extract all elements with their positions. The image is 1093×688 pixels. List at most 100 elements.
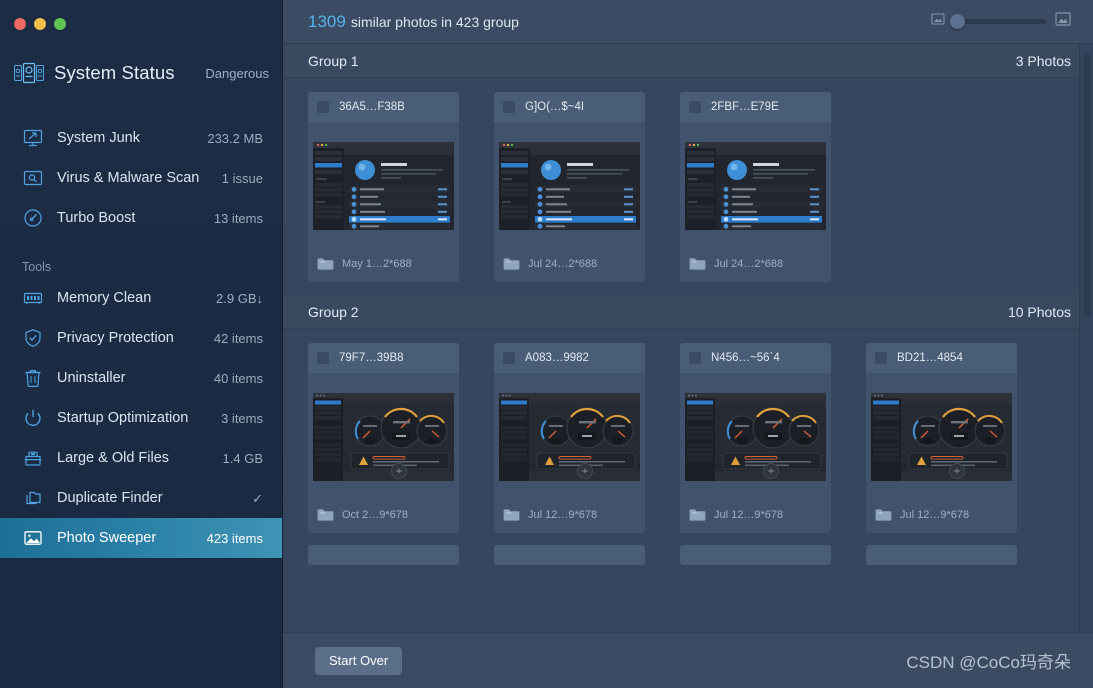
sidebar-item-label: Startup Optimization: [57, 410, 189, 426]
uninstaller-icon: [22, 367, 44, 389]
photo-card-header: G]O(…$~4I: [494, 92, 645, 122]
photo-filename: BD21…4854: [897, 352, 963, 364]
photo-checkbox[interactable]: [688, 351, 702, 365]
photo-thumbnail-wrap: [680, 122, 831, 250]
sidebar-item-label: Turbo Boost: [57, 210, 136, 226]
similar-photo-count: 1309: [308, 11, 346, 31]
folder-icon: [689, 257, 706, 271]
app-window: System Status Dangerous System Junk 233.…: [0, 0, 1093, 688]
sidebar-item-memory-clean[interactable]: Memory Clean 2.9 GB↓: [0, 278, 283, 318]
sidebar-item-privacy-protection[interactable]: Privacy Protection 42 items: [0, 318, 283, 358]
photo-caption: Oct 2…9*678: [342, 509, 409, 521]
photo-card[interactable]: BD21…4854 Jul 12…9*678: [866, 343, 1017, 533]
photo-card[interactable]: 79F7…39B8 Oct 2…9*678: [308, 343, 459, 533]
photo-card[interactable]: 36A5…F38B May 1…2*688: [308, 92, 459, 282]
photo-thumbnail: [499, 393, 640, 481]
sidebar-item-label: Photo Sweeper: [57, 530, 157, 546]
photo-card[interactable]: G]O(…$~4I Jul 24…2*688: [494, 92, 645, 282]
sidebar-item-value: 1.4 GB: [222, 450, 263, 466]
zoom-button[interactable]: [54, 18, 66, 30]
folder-icon: [503, 508, 520, 522]
photo-filename: 79F7…39B8: [339, 352, 404, 364]
sidebar-item-system-junk[interactable]: System Junk 233.2 MB: [0, 118, 283, 158]
thumbnail-size-slider[interactable]: [950, 14, 1046, 29]
photo-thumbnail-wrap: [494, 122, 645, 250]
photo-caption: Jul 12…9*678: [900, 509, 970, 521]
photo-thumbnail: [685, 393, 826, 481]
photo-filename: 36A5…F38B: [339, 101, 405, 113]
photo-thumbnail-wrap: [494, 373, 645, 501]
memory-clean-icon: [22, 287, 44, 309]
group-photo-count: 10 Photos: [1007, 303, 1071, 320]
folder-icon: [317, 257, 334, 271]
photo-checkbox[interactable]: [502, 100, 516, 114]
group-header: Group 1 3 Photos: [283, 44, 1093, 78]
photo-filename: A083…9982: [525, 352, 589, 364]
photo-card[interactable]: A083…9982 Jul 12…9*678: [494, 343, 645, 533]
groups-scroll-area[interactable]: Group 1 3 Photos 36A5…F38B May 1…2*688 G…: [283, 44, 1093, 632]
group-2-cards: 79F7…39B8 Oct 2…9*678 A083…9982 Jul 12…9…: [283, 329, 1093, 533]
sidebar-item-turbo-boost[interactable]: Turbo Boost 13 items: [0, 198, 283, 238]
startup-optimization-icon: [22, 407, 44, 429]
slider-thumb[interactable]: [950, 14, 965, 29]
photo-checkbox[interactable]: [316, 100, 330, 114]
footer-bar: Start Over CSDN @CoCo玛奇朵: [283, 632, 1093, 688]
privacy-protection-icon: [22, 327, 44, 349]
photo-card-footer: Jul 12…9*678: [680, 501, 831, 533]
folder-icon: [503, 257, 520, 271]
sidebar-item-value: 1 issue: [221, 170, 263, 186]
sidebar-item-large-old-files[interactable]: Large & Old Files 1.4 GB: [0, 438, 283, 478]
small-thumbnail-icon[interactable]: [931, 12, 945, 31]
next-row-partial: [283, 533, 1093, 565]
photo-card[interactable]: [494, 545, 645, 565]
photo-card[interactable]: 2FBF…E79E Jul 24…2*688: [680, 92, 831, 282]
photo-checkbox[interactable]: [874, 351, 888, 365]
vertical-scrollbar[interactable]: [1079, 44, 1093, 632]
window-controls: [14, 18, 66, 30]
sidebar-item-label: Memory Clean: [57, 290, 152, 306]
sidebar-item-uninstaller[interactable]: Uninstaller 40 items: [0, 358, 283, 398]
start-over-button[interactable]: Start Over: [315, 646, 403, 675]
sidebar-item-duplicate-finder[interactable]: Duplicate Finder ✓: [0, 478, 283, 518]
sidebar-nav: System Junk 233.2 MB Virus & Malware Sca…: [0, 118, 283, 558]
photo-card[interactable]: [680, 545, 831, 565]
photo-thumbnail: [313, 393, 454, 481]
photo-card-footer: May 1…2*688: [308, 250, 459, 282]
thumbnail-size-control: [931, 11, 1071, 32]
system-status-row[interactable]: System Status Dangerous: [13, 56, 269, 90]
photo-card-header: N456…~56`4: [680, 343, 831, 373]
photo-thumbnail-wrap: [308, 373, 459, 501]
photo-thumbnail-wrap: [866, 373, 1017, 501]
photo-card[interactable]: N456…~56`4 Jul 12…9*678: [680, 343, 831, 533]
photo-card[interactable]: [866, 545, 1017, 565]
photo-caption: Jul 12…9*678: [528, 509, 598, 521]
system-status-icon: [13, 62, 45, 84]
photo-card-footer: Jul 24…2*688: [680, 250, 831, 282]
scrollbar-thumb[interactable]: [1084, 54, 1091, 316]
photo-checkbox[interactable]: [316, 351, 330, 365]
photo-thumbnail-wrap: [308, 122, 459, 250]
system-status-title: System Status: [54, 62, 175, 83]
group-1-cards: 36A5…F38B May 1…2*688 G]O(…$~4I Jul 24…2…: [283, 78, 1093, 282]
sidebar-item-value: 42 items: [213, 330, 263, 346]
sidebar-item-startup-optimization[interactable]: Startup Optimization 3 items: [0, 398, 283, 438]
system-junk-icon: [22, 127, 44, 149]
minimize-button[interactable]: [34, 18, 46, 30]
sidebar-item-label: System Junk: [57, 130, 140, 146]
photo-card[interactable]: [308, 545, 459, 565]
large-thumbnail-icon[interactable]: [1055, 11, 1071, 32]
photo-thumbnail: [499, 142, 640, 230]
group-name: Group 1: [308, 52, 359, 69]
sidebar-item-virus-malware-scan[interactable]: Virus & Malware Scan 1 issue: [0, 158, 283, 198]
folder-icon: [689, 508, 706, 522]
photo-caption: Jul 24…2*688: [528, 258, 598, 270]
photo-card-footer: Oct 2…9*678: [308, 501, 459, 533]
large-old-files-icon: [22, 447, 44, 469]
sidebar-item-photo-sweeper[interactable]: Photo Sweeper 423 items: [0, 518, 283, 558]
photo-thumbnail: [871, 393, 1012, 481]
main-panel: 1309 similar photos in 423 group Group 1…: [283, 0, 1093, 688]
photo-checkbox[interactable]: [688, 100, 702, 114]
photo-card-header: 36A5…F38B: [308, 92, 459, 122]
photo-checkbox[interactable]: [502, 351, 516, 365]
close-button[interactable]: [14, 18, 26, 30]
